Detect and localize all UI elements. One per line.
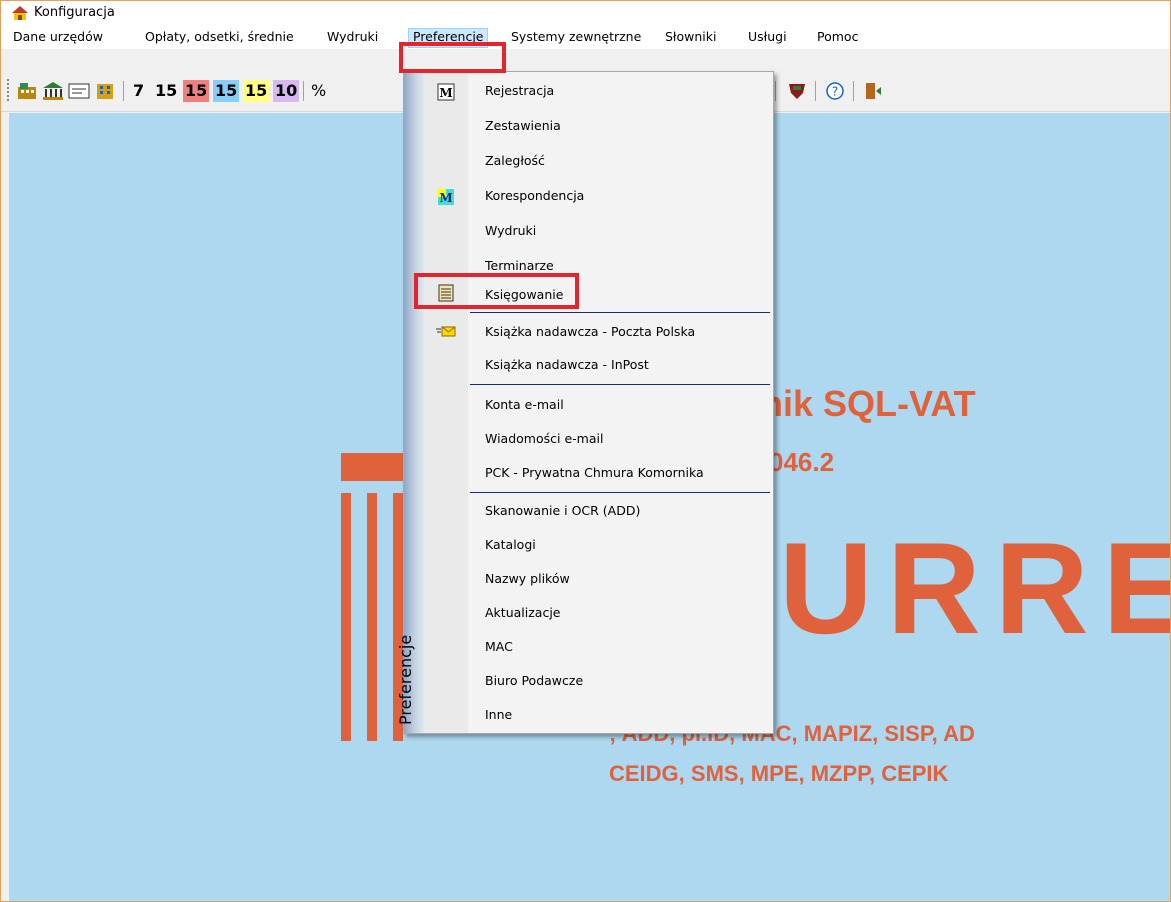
- calendar-10-purple-button[interactable]: 10: [273, 80, 300, 102]
- menu-item-nazwy-plikow[interactable]: Nazwy plików: [468, 564, 768, 594]
- mail-envelope-icon: [436, 326, 456, 337]
- modules-line-2: CEIDG, SMS, MPE, MZPP, CEPIK: [609, 761, 949, 786]
- menu-item-ksiazka-inpost[interactable]: Książka nadawcza - InPost: [468, 350, 768, 380]
- menu-item-aktualizacje[interactable]: Aktualizacje: [468, 598, 768, 628]
- menu-item-wiadomosci-email[interactable]: Wiadomości e-mail: [468, 424, 768, 454]
- menu-separator: [470, 312, 770, 313]
- calendar-15-red-button[interactable]: 15: [183, 80, 210, 102]
- svg-text:M: M: [439, 86, 452, 100]
- menu-dane-urzedow[interactable]: Dane urzędów: [9, 29, 107, 47]
- svg-text:?: ?: [832, 85, 838, 99]
- dropdown-side-band: Preferencje: [396, 72, 426, 733]
- preferencje-dropdown-menu: Preferencje M M Rejestracja Zestawienia …: [396, 71, 774, 734]
- help-icon[interactable]: ?: [823, 79, 847, 103]
- menu-oplaty[interactable]: Opłaty, odsetki, średnie: [141, 29, 298, 47]
- card-icon[interactable]: [67, 79, 91, 103]
- menu-item-biuro-podawcze[interactable]: Biuro Podawcze: [468, 666, 768, 696]
- logo-bar: [367, 493, 377, 741]
- menu-item-ksiazka-poczta-polska[interactable]: Książka nadawcza - Poczta Polska: [468, 317, 768, 347]
- calendar-15-yellow-button[interactable]: 15: [243, 80, 270, 102]
- toolbar-separator: [123, 81, 124, 101]
- menu-pomoc[interactable]: Pomoc: [813, 29, 862, 47]
- m-icon: M: [437, 83, 455, 101]
- menu-wydruki[interactable]: Wydruki: [323, 29, 382, 47]
- dropdown-icon-column: [426, 72, 468, 733]
- menu-item-inne[interactable]: Inne: [468, 700, 768, 730]
- calendar-15-button[interactable]: 15: [153, 80, 179, 102]
- toolbar-separator: [815, 81, 816, 101]
- menu-item-korespondencja[interactable]: Korespondencja: [468, 181, 768, 211]
- menu-item-pck[interactable]: PCK - Prywatna Chmura Komornika: [468, 458, 768, 488]
- building-icon[interactable]: [15, 79, 39, 103]
- dropdown-side-label: Preferencje: [396, 634, 415, 725]
- toolbar-grip[interactable]: [7, 79, 9, 103]
- menu-item-zaleglosc[interactable]: Zaległość: [468, 146, 768, 176]
- menu-slowniki[interactable]: Słowniki: [661, 29, 720, 47]
- menu-item-katalogi[interactable]: Katalogi: [468, 530, 768, 560]
- product-title: nik SQL-VAT: [761, 383, 976, 424]
- calendar-7-button[interactable]: 7: [131, 80, 146, 102]
- highlight-ksiegowanie: [414, 273, 579, 309]
- menu-bar: Dane urzędów Opłaty, odsetki, średnie Wy…: [1, 25, 1170, 49]
- toolbar-separator: [303, 81, 304, 101]
- menu-systemy-zewnetrzne[interactable]: Systemy zewnętrzne: [507, 29, 645, 47]
- product-version: 046.2: [769, 447, 835, 477]
- toolbar-separator: [775, 81, 776, 101]
- bank-icon[interactable]: [41, 79, 65, 103]
- menu-separator: [470, 384, 770, 385]
- logo-bar: [341, 493, 351, 741]
- menu-uslugi[interactable]: Usługi: [744, 29, 791, 47]
- menu-item-skanowanie-ocr[interactable]: Skanowanie i OCR (ADD): [468, 496, 768, 526]
- calendar-15-blue-button[interactable]: 15: [213, 80, 240, 102]
- toolbar-separator: [853, 81, 854, 101]
- window-title: Konfiguracja: [34, 5, 115, 20]
- percent-button[interactable]: %: [309, 80, 328, 102]
- application-window: Konfiguracja Dane urzędów Opłaty, odsetk…: [0, 0, 1171, 902]
- logo-bar: [341, 453, 411, 481]
- menu-separator: [470, 492, 770, 493]
- menu-item-zestawienia[interactable]: Zestawienia: [468, 111, 768, 141]
- office-building-icon[interactable]: [93, 79, 117, 103]
- menu-item-konta-email[interactable]: Konta e-mail: [468, 390, 768, 420]
- shield-icon[interactable]: [785, 79, 809, 103]
- menu-item-mac[interactable]: MAC: [468, 632, 768, 662]
- menu-item-wydruki[interactable]: Wydruki: [468, 216, 768, 246]
- menu-item-rejestracja[interactable]: Rejestracja: [468, 76, 768, 106]
- exit-door-icon[interactable]: [861, 79, 885, 103]
- highlight-preferencje: [399, 42, 506, 73]
- title-bar: Konfiguracja: [1, 1, 1170, 25]
- m-color-icon: M: [438, 189, 454, 205]
- brand-logo-text: URRE: [779, 515, 1170, 661]
- house-app-icon: [12, 6, 28, 20]
- svg-text:M: M: [439, 191, 452, 205]
